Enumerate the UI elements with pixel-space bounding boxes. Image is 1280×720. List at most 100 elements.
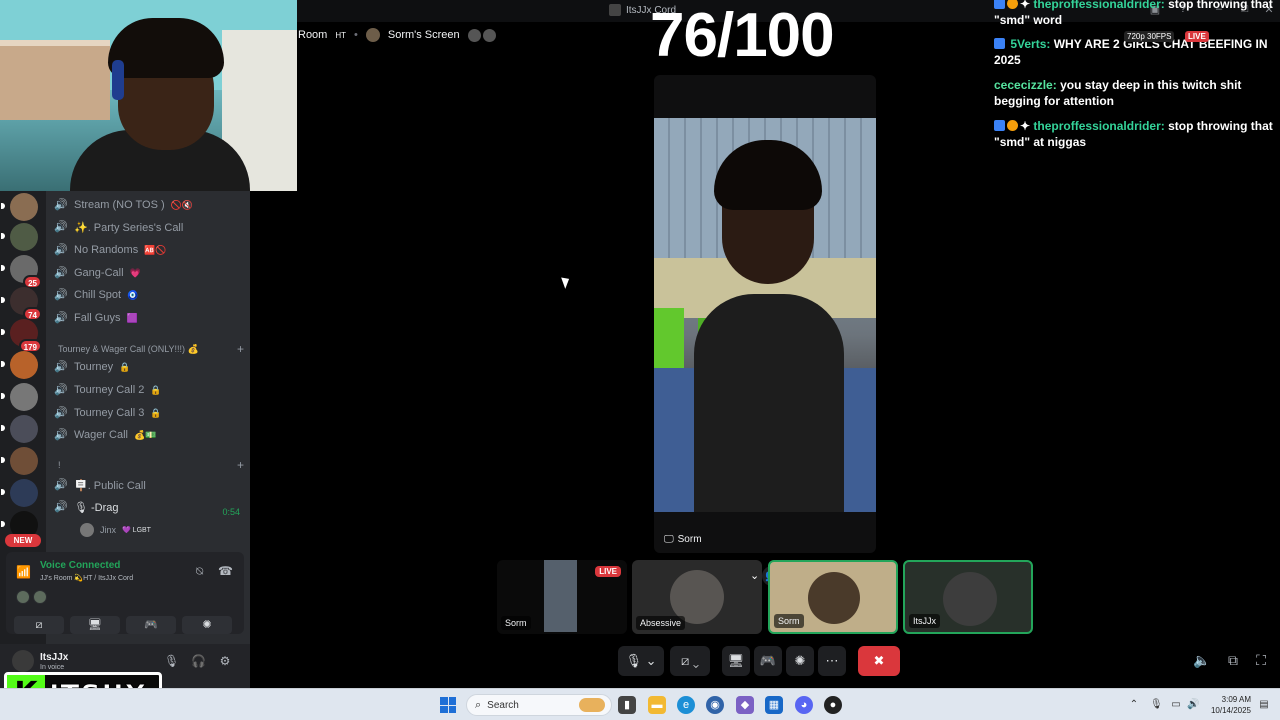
- channel-label: 🪧. Public Call: [74, 479, 146, 492]
- app-icon[interactable]: ◉: [706, 696, 724, 714]
- file-explorer-icon[interactable]: ▬: [648, 696, 666, 714]
- gear-icon[interactable]: ⚙: [218, 654, 232, 668]
- sparkle-icon: ✦: [1020, 119, 1031, 133]
- activities-button[interactable]: 🎮: [754, 646, 782, 676]
- participant-tile-sorm-stream[interactable]: LIVE Sorm: [497, 560, 627, 634]
- participant-tile-itsjjx[interactable]: ItsJJx: [903, 560, 1033, 634]
- tile-live-badge: LIVE: [595, 566, 621, 577]
- server-icon[interactable]: [1, 351, 38, 379]
- server-icon[interactable]: 74: [1, 287, 42, 321]
- voice-channel-tourney[interactable]: 🔊 Tourney 🔒: [54, 357, 242, 377]
- speaker-icon: 🔊: [54, 221, 68, 233]
- task-view-icon[interactable]: ▮: [618, 696, 636, 714]
- signal-icon[interactable]: 📶: [16, 565, 31, 579]
- server-icon[interactable]: [1, 223, 38, 251]
- disconnect-icon[interactable]: ☎: [218, 564, 233, 578]
- microphone-icon[interactable]: 🎙: [164, 654, 179, 668]
- windows-start-icon[interactable]: [440, 697, 456, 713]
- category-label: !: [58, 460, 61, 470]
- volume-icon[interactable]: 🔈: [1193, 652, 1210, 668]
- category-misc[interactable]: ! +: [58, 457, 244, 473]
- video-person-body: [694, 294, 844, 512]
- activity-button[interactable]: 🎮: [126, 616, 176, 634]
- server-icon[interactable]: [1, 447, 38, 475]
- disconnect-button[interactable]: ✖: [858, 646, 900, 676]
- avatar[interactable]: [12, 650, 34, 672]
- channel-label: Gang-Call: [74, 267, 124, 279]
- server-icon[interactable]: [1, 383, 38, 411]
- chevron-up-icon[interactable]: ⌃: [1128, 699, 1140, 711]
- voice-status-subtitle[interactable]: JJ's Room 💫HT / ItsJJx Cord: [40, 574, 133, 582]
- voice-channel-wager[interactable]: 🔊 Wager Call 💰💵: [54, 425, 242, 445]
- score-overlay: 76/100: [650, 1, 835, 70]
- share-screen-button[interactable]: 🖥: [70, 616, 120, 634]
- voice-channel-chill-spot[interactable]: 🔊 Chill Spot 🧿: [54, 285, 242, 305]
- fullscreen-icon[interactable]: ⛶: [1253, 652, 1269, 668]
- notification-icon[interactable]: ▤: [1258, 699, 1270, 711]
- voice-channel-drag[interactable]: 🔊 🎙 -Drag: [54, 497, 242, 517]
- server-icon[interactable]: [1, 193, 38, 221]
- lock-icon: 🔒: [150, 407, 162, 418]
- tile-label: Sorm: [774, 614, 804, 628]
- new-badge: NEW: [5, 534, 41, 547]
- tile-label: Sorm: [501, 616, 531, 630]
- server-icon[interactable]: [1, 415, 38, 443]
- chat-username: theproffessionaldrider:: [1033, 0, 1165, 11]
- voice-channel-gang-call[interactable]: 🔊 Gang-Call 💗: [54, 263, 242, 283]
- badge-icon: [994, 0, 1005, 9]
- voice-channel-user[interactable]: Jinx 💜 LGBT: [80, 523, 151, 537]
- noise-suppression-icon[interactable]: ⍉: [196, 564, 210, 578]
- voice-channel-party[interactable]: 🔊 ✨. Party Series's Call: [54, 217, 242, 237]
- tile-label: ItsJJx: [909, 614, 941, 628]
- camera-off-button[interactable]: ⧄ ⌄: [670, 646, 710, 676]
- category-tourney[interactable]: Tourney & Wager Call (ONLY!!!) 💰 +: [58, 341, 244, 357]
- add-channel-icon[interactable]: +: [237, 342, 244, 356]
- volume-icon[interactable]: 🔊: [1187, 699, 1199, 711]
- server-icon[interactable]: 179: [1, 319, 42, 353]
- voice-channel-tourney-3[interactable]: 🔊 Tourney Call 3 🔒: [54, 403, 242, 423]
- speaker-icon: 🔊: [54, 479, 68, 491]
- screen-label[interactable]: Sorm's Screen: [388, 29, 460, 41]
- voice-channel-tourney-2[interactable]: 🔊 Tourney Call 2 🔒: [54, 380, 242, 400]
- room-label[interactable]: Room: [298, 29, 327, 41]
- chevron-down-icon[interactable]: ⌄: [750, 569, 759, 582]
- soundboard-button[interactable]: ✺: [786, 646, 814, 676]
- channel-emoji: 🆎🚫: [144, 244, 167, 255]
- headphones-icon[interactable]: 🎧: [191, 654, 206, 668]
- lock-icon: 🔒: [150, 384, 162, 395]
- store-icon[interactable]: ▦: [765, 696, 783, 714]
- user-name[interactable]: ItsJJx: [40, 652, 68, 663]
- network-icon[interactable]: ▭: [1170, 699, 1182, 711]
- server-icon[interactable]: 25: [1, 255, 42, 289]
- participant-tile-sorm[interactable]: Sorm: [768, 560, 898, 634]
- sparkle-icon: ✦: [1020, 0, 1031, 11]
- speaker-icon: 🔊: [54, 244, 68, 256]
- participant-video: [943, 572, 997, 626]
- tile-label: Absessive: [636, 616, 686, 630]
- voice-status-title[interactable]: Voice Connected: [40, 560, 120, 571]
- more-options-button[interactable]: ⋯: [818, 646, 846, 676]
- video-toggle-button[interactable]: ⧄: [14, 616, 64, 634]
- main-video[interactable]: 🖵 Sorm: [654, 75, 876, 553]
- channel-emoji: 💰💵: [134, 429, 157, 440]
- discord-icon[interactable]: ◕: [795, 696, 813, 714]
- edge-icon[interactable]: e: [677, 696, 695, 714]
- server-icon[interactable]: [1, 479, 38, 507]
- headset-icon: [112, 60, 124, 100]
- participant-tile-absessive[interactable]: Absessive: [632, 560, 762, 634]
- channel-emoji: 🚫🔇: [170, 199, 194, 210]
- taskbar-search[interactable]: ⌕ Search: [466, 694, 612, 716]
- microphone-button[interactable]: 🎙 ⌄: [618, 646, 664, 676]
- voice-channel-no-randoms[interactable]: 🔊 No Randoms 🆎🚫: [54, 240, 242, 260]
- screen-share-button[interactable]: 🖥: [722, 646, 750, 676]
- microphone-icon[interactable]: 🎙: [1150, 699, 1163, 711]
- voice-channel-fall-guys[interactable]: 🔊 Fall Guys 🟪: [54, 308, 242, 328]
- soundboard-button[interactable]: ✺: [182, 616, 232, 634]
- add-channel-icon[interactable]: +: [237, 458, 244, 472]
- chrome-icon[interactable]: ●: [824, 696, 842, 714]
- app-icon[interactable]: ◆: [736, 696, 754, 714]
- voice-channel-stream[interactable]: 🔊 Stream (NO TOS ) 🚫🔇: [54, 195, 242, 215]
- voice-channel-public[interactable]: 🔊 🪧. Public Call: [54, 475, 242, 495]
- taskbar-clock[interactable]: 3:09 AM 10/14/2025: [1205, 694, 1251, 716]
- popout-icon[interactable]: ⧉: [1225, 652, 1241, 668]
